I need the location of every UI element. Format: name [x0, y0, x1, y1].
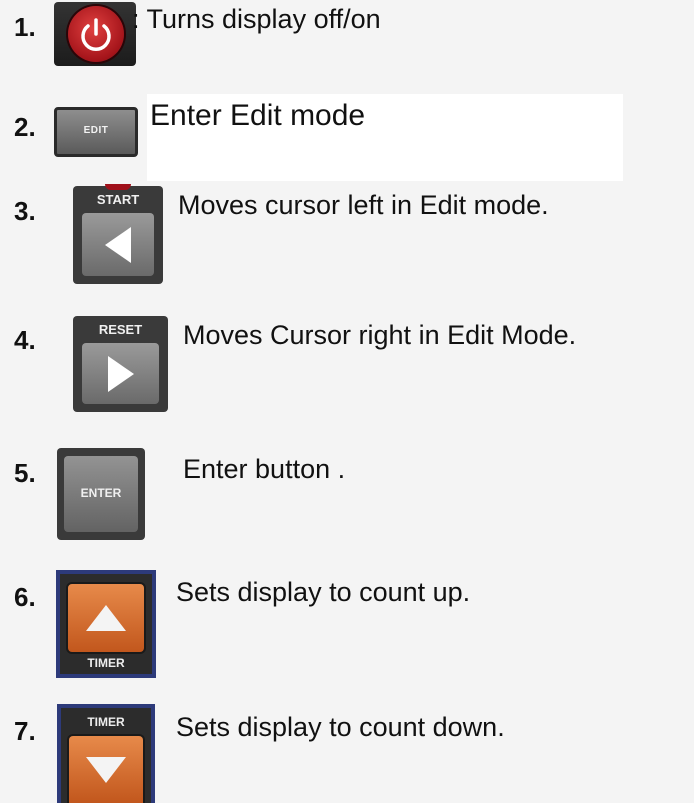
- item-number: 5.: [14, 458, 36, 488]
- power-button[interactable]: [54, 2, 136, 66]
- timer-up-button[interactable]: TIMER: [56, 570, 156, 678]
- item-description: Enter Edit mode: [150, 99, 366, 132]
- item-description: : Turns display off/on: [132, 4, 381, 34]
- item-description: Moves Cursor right in Edit Mode.: [183, 320, 577, 350]
- item-number: 2.: [14, 112, 36, 142]
- timer-down-button[interactable]: TIMER: [57, 704, 155, 803]
- item-number: 3.: [14, 196, 36, 226]
- enter-button[interactable]: ENTER: [57, 448, 145, 540]
- edit-button[interactable]: EDIT: [54, 107, 138, 157]
- item-description: Sets display to count down.: [176, 712, 505, 742]
- arrow-up-icon: [86, 605, 126, 631]
- edit-button-label: EDIT: [83, 125, 109, 136]
- arrow-right-icon: [107, 355, 134, 392]
- reset-button-label: RESET: [98, 322, 143, 337]
- power-icon: [81, 18, 111, 51]
- item-number: 1.: [14, 12, 36, 42]
- item-number: 4.: [14, 325, 36, 355]
- item-description: Sets display to count up.: [176, 577, 471, 607]
- start-left-button[interactable]: START: [73, 184, 163, 284]
- item-description: Enter button .: [183, 454, 346, 484]
- item-number: 7.: [14, 716, 36, 746]
- item-number: 6.: [14, 582, 36, 612]
- timer-down-label: TIMER: [87, 715, 125, 729]
- start-button-label: START: [96, 192, 140, 207]
- reset-right-button[interactable]: RESET: [73, 316, 168, 412]
- timer-up-label: TIMER: [87, 656, 125, 670]
- arrow-left-icon: [105, 226, 131, 263]
- enter-button-label: ENTER: [80, 486, 122, 500]
- arrow-down-icon: [86, 756, 126, 783]
- item-description: Moves cursor left in Edit mode.: [178, 190, 549, 220]
